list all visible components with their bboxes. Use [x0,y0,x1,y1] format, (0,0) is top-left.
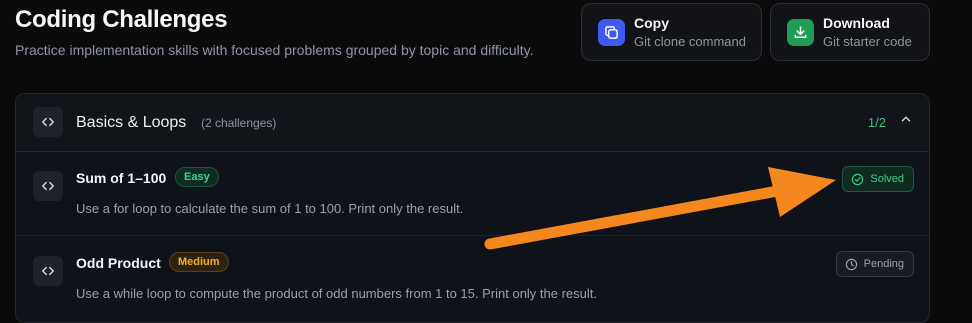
download-starter-code-button[interactable]: Download Git starter code [770,3,930,61]
group-challenge-count: (2 challenges) [201,116,277,130]
challenge-description: Use a for loop to calculate the sum of 1… [76,201,464,216]
challenge-name: Sum of 1–100 [76,170,167,186]
copy-icon [598,18,625,46]
challenge-row[interactable]: Sum of 1–100 Easy Use a for loop to calc… [16,151,929,235]
download-icon [787,18,814,46]
status-label: Pending [863,258,904,270]
copy-sublabel: Git clone command [634,33,746,49]
page-title: Coding Challenges [15,6,228,33]
clock-icon [845,258,857,270]
copy-label: Copy [634,14,669,31]
page-subtitle: Practice implementation skills with focu… [15,42,534,58]
download-sublabel: Git starter code [823,33,912,49]
code-icon [33,256,63,286]
challenge-group-panel: Basics & Loops (2 challenges) 1/2 Sum of… [15,93,930,323]
difficulty-badge: Easy [175,167,219,187]
chevron-up-icon[interactable] [899,112,913,126]
status-badge-solved: Solved [842,166,914,192]
code-icon [33,171,63,201]
group-progress: 1/2 [867,115,886,130]
code-icon [33,107,63,137]
copy-clone-command-button[interactable]: Copy Git clone command [581,3,762,61]
challenge-description: Use a while loop to compute the product … [76,286,598,301]
difficulty-badge: Medium [169,252,229,272]
download-label: Download [823,14,890,31]
group-header[interactable]: Basics & Loops (2 challenges) 1/2 [16,94,929,152]
challenge-row[interactable]: Odd Product Medium Use a while loop to c… [16,235,929,320]
check-circle-icon [852,173,864,185]
status-badge-pending: Pending [835,251,914,277]
challenge-name: Odd Product [76,255,161,271]
group-title: Basics & Loops [76,114,187,131]
status-label: Solved [870,173,904,185]
